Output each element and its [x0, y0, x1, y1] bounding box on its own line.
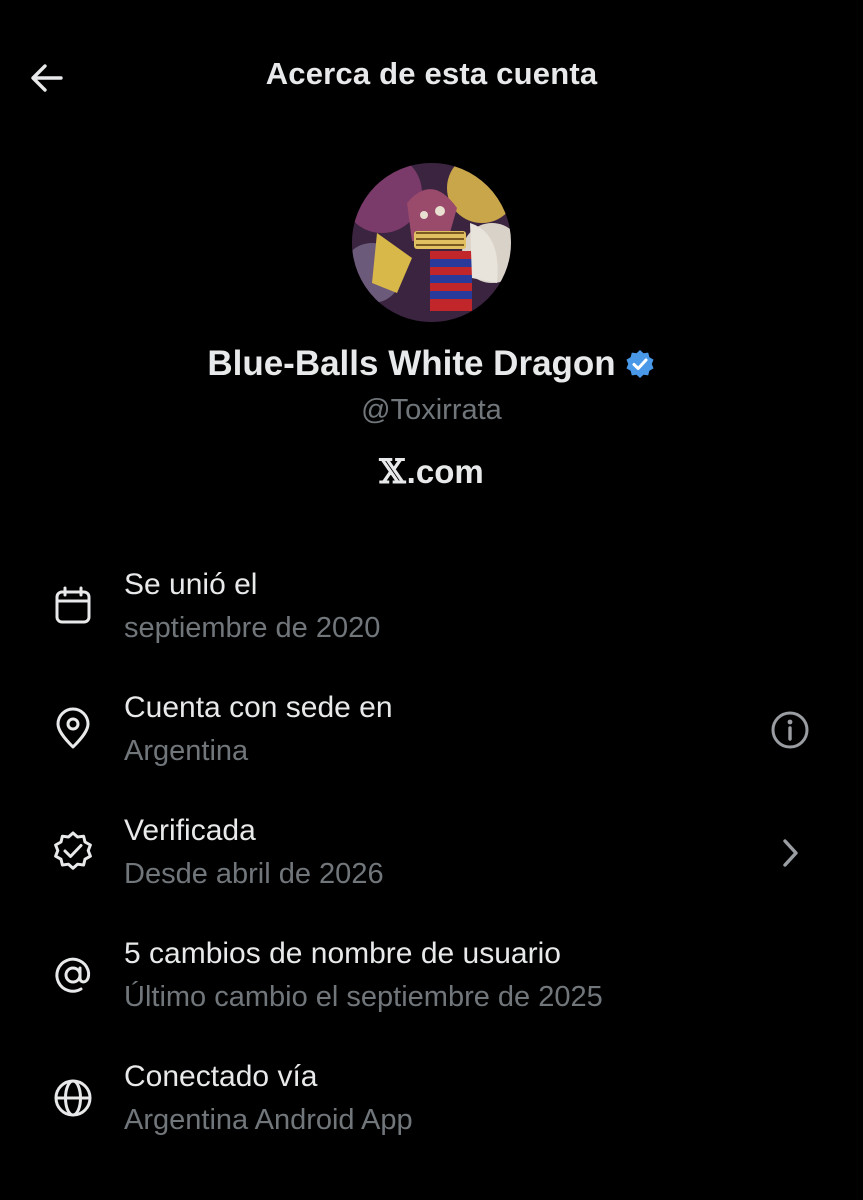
page-title: Acerca de esta cuenta: [265, 56, 598, 91]
location-pin-icon: [48, 704, 98, 754]
verified-check-icon: [48, 827, 98, 877]
row-title: Conectado vía: [124, 1060, 318, 1093]
brand-domain: .com: [406, 453, 484, 490]
display-name: Blue-Balls White Dragon: [207, 344, 616, 383]
profile-avatar[interactable]: [352, 163, 511, 322]
verified-badge-icon: [624, 348, 656, 380]
row-subtitle: Argentina Android App: [124, 1104, 413, 1136]
row-title: Cuenta con sede en: [124, 691, 393, 724]
row-subtitle: septiembre de 2020: [124, 612, 381, 644]
row-subtitle: Argentina: [124, 735, 249, 767]
row-title: 5 cambios de nombre de usuario: [124, 937, 561, 970]
top-bar: Acerca de esta cuenta: [0, 0, 863, 155]
avatar-image: [352, 163, 511, 322]
username-changes-row: 5 cambios de nombre de usuario Último ca…: [0, 934, 863, 1044]
row-title: Verificada: [124, 814, 256, 847]
row-subtitle: Desde abril de 2026: [124, 858, 384, 890]
row-subtitle: Último cambio el septiembre de 2025: [124, 981, 603, 1013]
at-sign-icon: [48, 950, 98, 1000]
connected-via-row: Conectado vía Argentina Android App: [0, 1057, 863, 1167]
calendar-icon: [48, 581, 98, 631]
x-com-brand: 𝕏 .com: [0, 452, 863, 492]
verified-row[interactable]: Verificada Desde abril de 2026: [0, 811, 863, 921]
account-location-row: Cuenta con sede en Argentina: [0, 688, 863, 798]
display-name-row: Blue-Balls White Dragon: [0, 344, 863, 384]
x-logo: 𝕏: [379, 452, 406, 492]
globe-icon: [48, 1073, 98, 1123]
chevron-right-icon[interactable]: [766, 829, 814, 877]
username-handle: @Toxirrata: [361, 394, 502, 426]
row-title: Se unió el: [124, 568, 258, 601]
joined-date-row: Se unió el septiembre de 2020: [0, 565, 863, 675]
info-icon[interactable]: [766, 706, 814, 754]
